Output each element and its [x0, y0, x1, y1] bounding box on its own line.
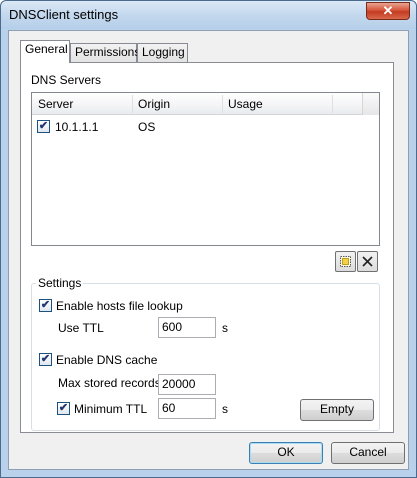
- hosts-lookup-label[interactable]: Enable hosts file lookup: [56, 299, 183, 313]
- dns-cache-checkbox[interactable]: ✔: [39, 353, 52, 366]
- dialog-client-area: General Permissions Logging DNS Servers …: [8, 30, 409, 470]
- tab-general[interactable]: General: [20, 40, 70, 63]
- dns-servers-label: DNS Servers: [31, 73, 102, 87]
- min-ttl-input[interactable]: 60: [158, 398, 216, 419]
- header-filler: [362, 93, 379, 115]
- column-header-origin[interactable]: Origin: [138, 97, 170, 111]
- close-button[interactable]: ✕: [366, 2, 410, 20]
- server-origin: OS: [138, 120, 156, 134]
- max-records-label: Max stored records: [58, 376, 161, 390]
- dns-servers-list[interactable]: Server Origin Usage ✔ 10.1.1.1 OS: [31, 92, 380, 246]
- remove-server-icon: [362, 256, 373, 267]
- close-icon: ✕: [382, 3, 394, 18]
- add-server-icon: [340, 256, 351, 267]
- column-header-server[interactable]: Server: [38, 97, 73, 111]
- general-tab-panel: DNS Servers Server Origin Usage ✔ 10.1.1…: [20, 62, 394, 433]
- dialog-window: DNSClient settings ✕ General Permissions…: [0, 0, 417, 478]
- column-divider[interactable]: [222, 95, 223, 113]
- title-bar[interactable]: DNSClient settings ✕: [1, 1, 416, 29]
- use-ttl-label: Use TTL: [58, 321, 104, 335]
- table-row[interactable]: ✔ 10.1.1.1 OS: [32, 118, 362, 136]
- window-title: DNSClient settings: [9, 7, 119, 22]
- remove-server-button[interactable]: [357, 251, 378, 272]
- min-ttl-unit: s: [222, 402, 228, 416]
- max-records-input[interactable]: 20000: [158, 374, 216, 395]
- dialog-button-bar: OK Cancel: [9, 436, 408, 469]
- add-server-button[interactable]: [335, 251, 356, 272]
- server-enabled-checkbox[interactable]: ✔: [37, 120, 50, 133]
- tab-logging[interactable]: Logging: [137, 43, 188, 62]
- dns-cache-label[interactable]: Enable DNS cache: [56, 353, 157, 367]
- list-header: Server Origin Usage: [32, 93, 379, 115]
- min-ttl-checkbox[interactable]: ✔: [57, 402, 70, 415]
- hosts-lookup-checkbox[interactable]: ✔: [39, 299, 52, 312]
- empty-cache-button[interactable]: Empty: [300, 399, 374, 421]
- min-ttl-label[interactable]: Minimum TTL: [74, 402, 147, 416]
- use-ttl-unit: s: [222, 321, 228, 335]
- cancel-button[interactable]: Cancel: [331, 442, 405, 464]
- use-ttl-input[interactable]: 600: [158, 317, 216, 338]
- column-header-usage[interactable]: Usage: [228, 97, 263, 111]
- column-divider[interactable]: [332, 95, 333, 113]
- settings-group: Settings ✔ Enable hosts file lookup Use …: [31, 276, 380, 431]
- settings-group-label: Settings: [36, 276, 84, 290]
- column-divider[interactable]: [132, 95, 133, 113]
- ok-button[interactable]: OK: [249, 442, 323, 464]
- server-address: 10.1.1.1: [55, 120, 99, 134]
- tab-permissions[interactable]: Permissions: [70, 43, 140, 62]
